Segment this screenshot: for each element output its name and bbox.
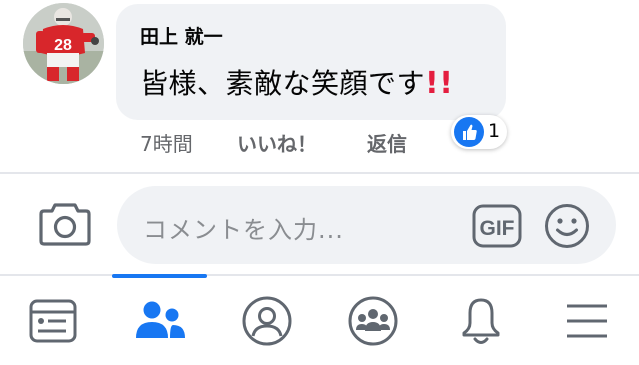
reaction-summary[interactable]: 1: [451, 115, 507, 149]
tab-menu[interactable]: [537, 286, 637, 356]
like-button[interactable]: いいね！: [237, 128, 317, 157]
double-exclamation-icon: !!: [425, 66, 454, 101]
tab-profile[interactable]: [217, 286, 317, 356]
profile-icon: [242, 296, 292, 346]
gif-label: GIF: [480, 217, 515, 240]
friends-icon: [136, 301, 185, 338]
comment-bubble[interactable]: 田上 就一 皆様、素敵な笑顔です!!: [116, 4, 506, 120]
emoji-icon[interactable]: [544, 203, 590, 249]
comment-author[interactable]: 田上 就一: [140, 22, 223, 49]
avatar-photo: 28: [23, 3, 104, 84]
gif-icon[interactable]: GIF: [472, 204, 522, 248]
menu-icon: [567, 304, 607, 338]
comment-text: 皆様、素敵な笑顔です!!: [140, 62, 453, 102]
comment-input-placeholder: コメントを入力...: [143, 216, 344, 244]
active-tab-indicator: [112, 274, 207, 278]
commenter-avatar[interactable]: 28: [23, 3, 104, 84]
groups-icon: [348, 296, 398, 346]
comment-timestamp[interactable]: 7時間: [140, 128, 193, 157]
tab-notifications[interactable]: [431, 286, 531, 356]
tab-friends[interactable]: [110, 286, 210, 356]
comment-input[interactable]: コメントを入力... GIF: [117, 186, 616, 264]
jersey-number: 28: [54, 37, 72, 54]
camera-icon[interactable]: [38, 201, 92, 247]
news-feed-icon: [29, 299, 77, 343]
like-reaction-icon: [454, 117, 484, 147]
notifications-bell-icon: [462, 298, 500, 344]
reaction-count: 1: [488, 120, 501, 142]
divider: [0, 274, 639, 276]
comment-body: 皆様、素敵な笑顔です: [140, 67, 426, 100]
tab-groups[interactable]: [323, 286, 423, 356]
divider: [0, 172, 639, 174]
tab-news-feed[interactable]: [3, 286, 103, 356]
reply-button[interactable]: 返信: [367, 128, 407, 157]
